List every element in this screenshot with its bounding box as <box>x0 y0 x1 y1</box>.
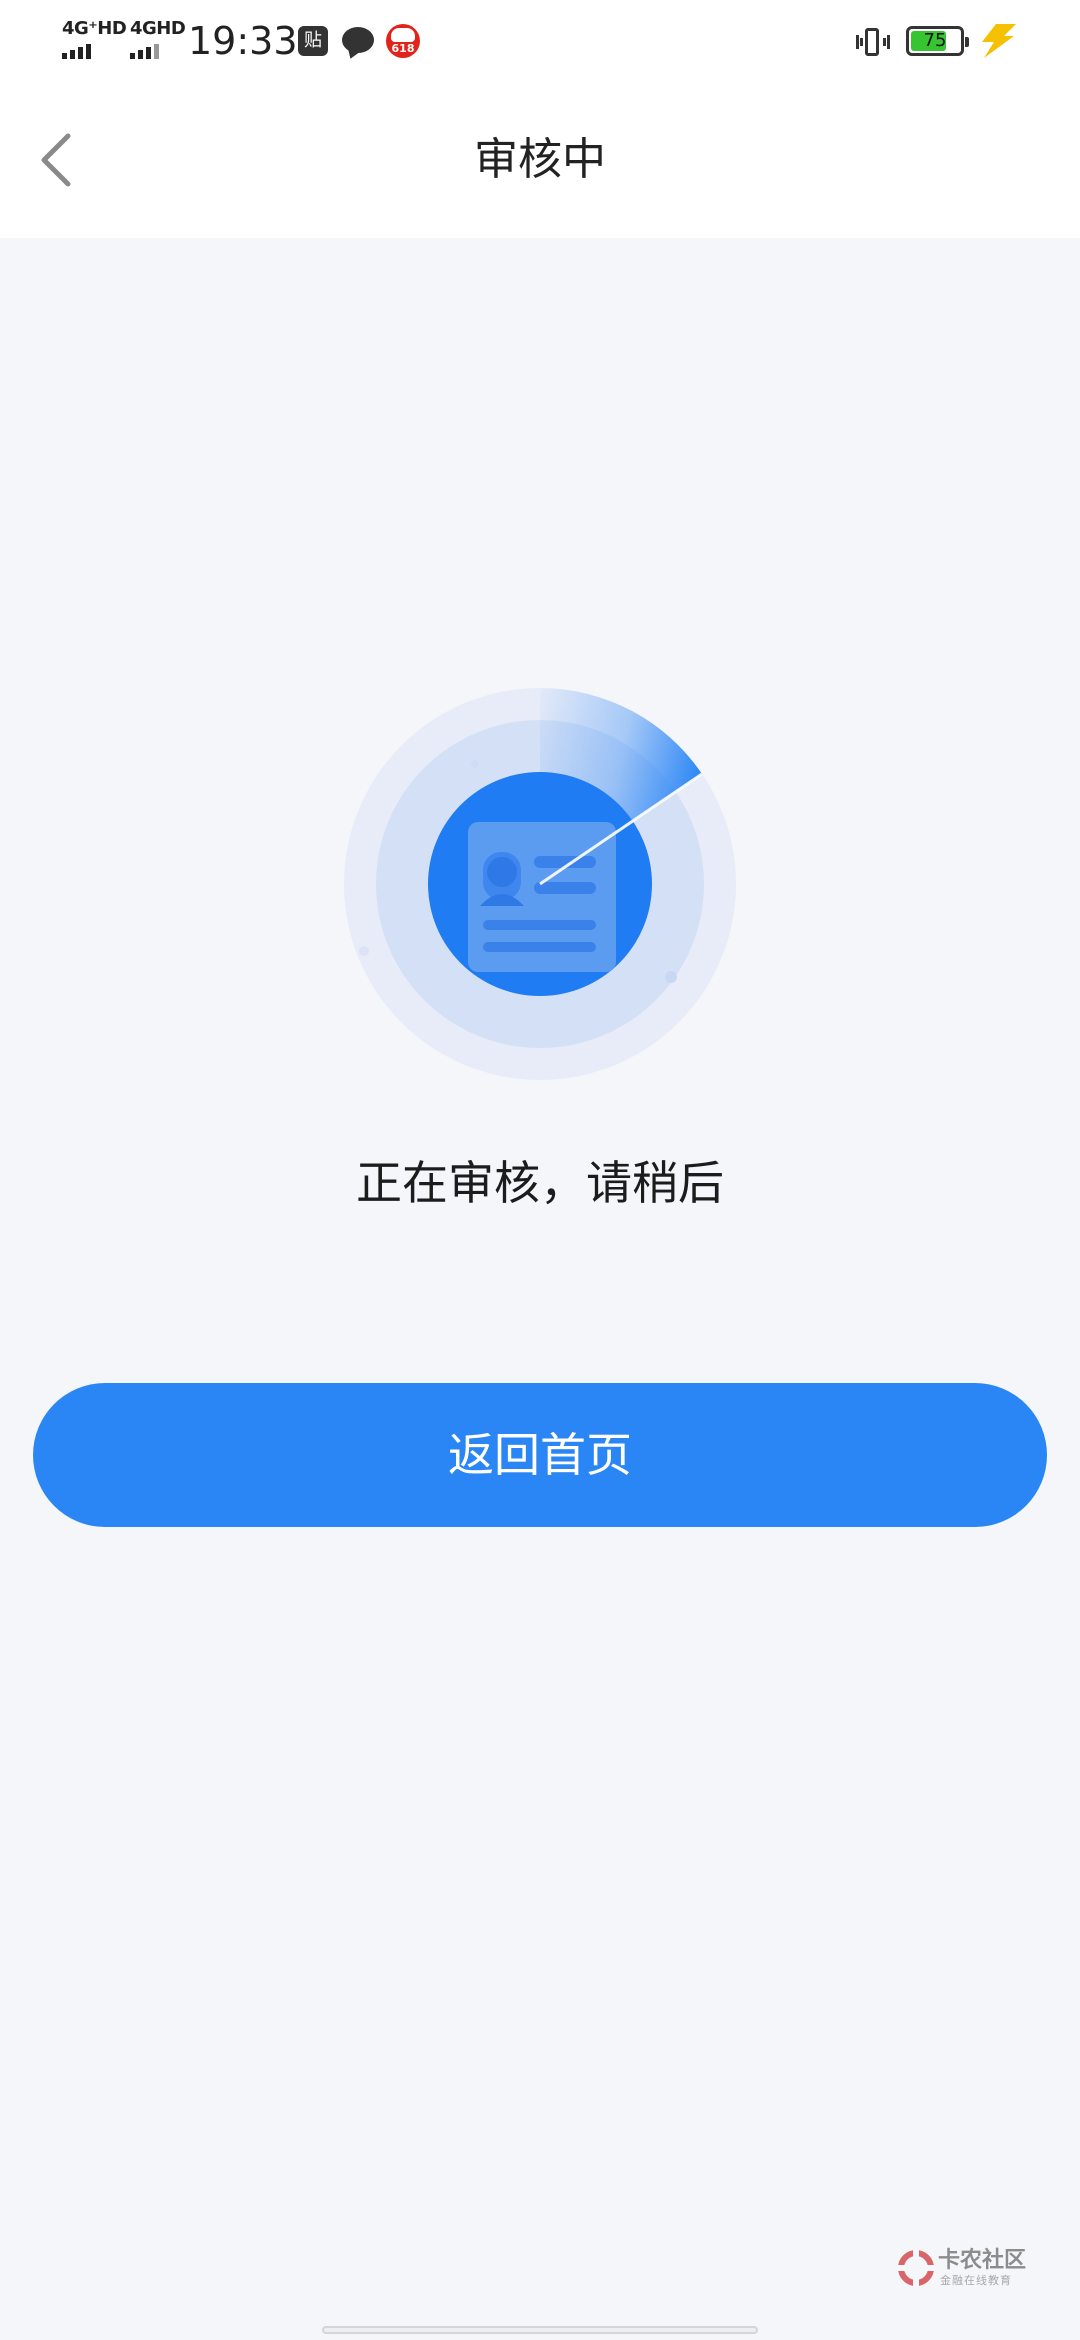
page-title: 审核中 <box>474 134 606 185</box>
network-type-1: 4G⁺HD <box>62 18 127 39</box>
kanong-logo-icon <box>898 2250 934 2286</box>
watermark-title: 卡农社区 <box>938 2248 1027 2273</box>
review-status-message: 正在审核，请稍后 <box>356 1156 724 1210</box>
signal-indicator-1: 4G⁺HD <box>62 18 127 64</box>
watermark-subtitle: 金融在线教育 <box>940 2274 1012 2287</box>
home-indicator[interactable] <box>322 2326 758 2334</box>
chat-notification-icon <box>342 27 374 53</box>
network-type-2: 4GHD <box>130 18 186 39</box>
status-bar: 4G⁺HD 4GHD 19:33 贴 618 75 <box>0 0 1080 84</box>
return-home-button[interactable]: 返回首页 <box>33 1383 1047 1527</box>
signal-indicator-2: 4GHD <box>130 18 186 64</box>
id-card-scanning-icon <box>344 688 736 1080</box>
battery-icon: 75 <box>906 26 969 56</box>
charging-bolt-icon <box>982 24 1016 58</box>
tieba-notification-icon: 贴 <box>298 26 328 56</box>
shopping-618-notification-icon: 618 <box>386 24 420 58</box>
signal-bars-1-icon <box>62 44 126 59</box>
nav-bar: 审核中 <box>0 84 1080 238</box>
id-card-icon <box>468 822 616 972</box>
signal-bars-2-icon <box>130 44 185 59</box>
battery-level: 75 <box>923 30 947 51</box>
status-time: 19:33 <box>188 19 298 63</box>
vibrate-icon <box>856 28 890 58</box>
watermark: 卡农社区 金融在线教育 <box>898 2248 1058 2292</box>
